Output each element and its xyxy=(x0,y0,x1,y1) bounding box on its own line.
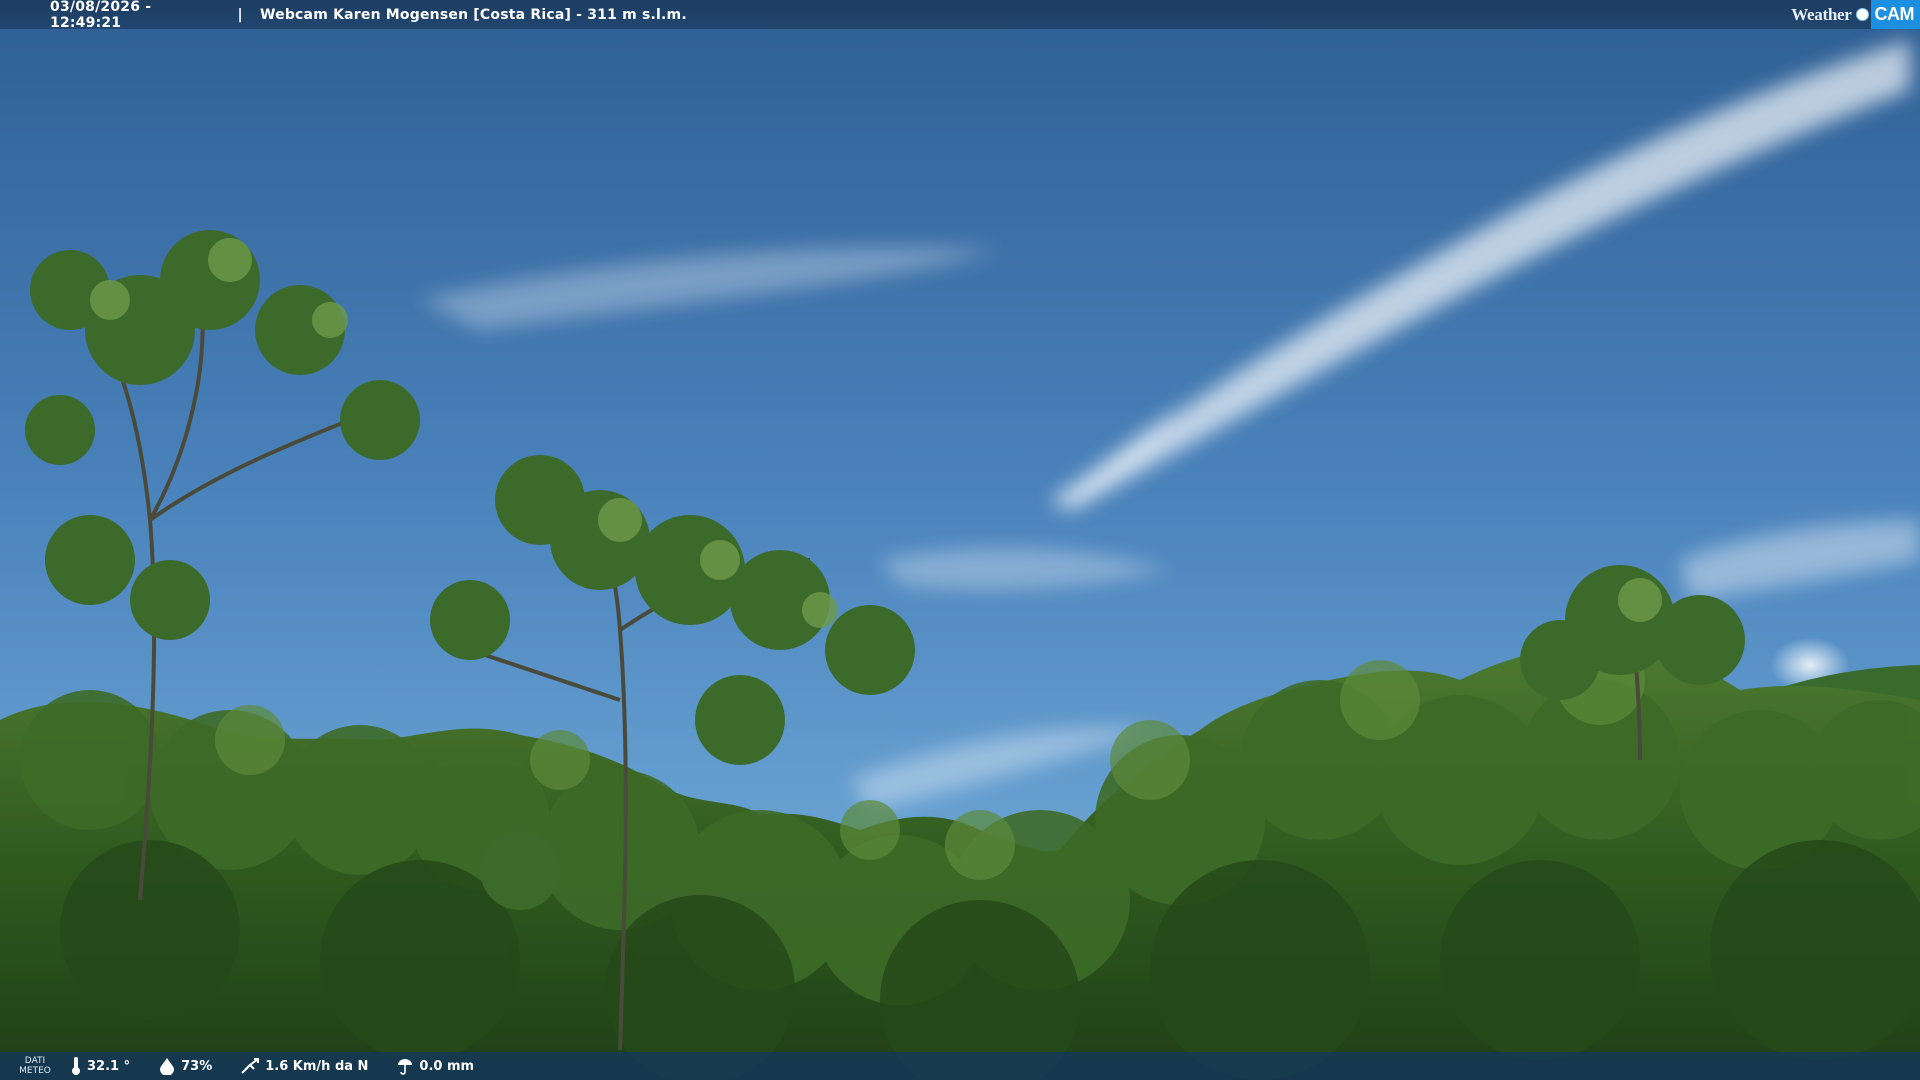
wind-vane-icon xyxy=(241,1058,260,1074)
logo-text-cam: CAM xyxy=(1870,0,1920,29)
wind-stat: 1.6 Km/h da N xyxy=(240,1057,368,1075)
webcam-title: Webcam Karen Mogensen [Costa Rica] - 311… xyxy=(260,6,687,23)
weather-data-bar: DATI METEO 32.1 ° 73% 1.6 Km/h da N 0.0 … xyxy=(0,1052,1920,1080)
thermometer-icon xyxy=(72,1057,80,1075)
rain-stat: 0.0 mm xyxy=(396,1057,474,1075)
wind-value: 1.6 Km/h da N xyxy=(265,1058,369,1074)
temperature-value: 32.1 ° xyxy=(87,1058,131,1074)
webcam-image xyxy=(0,0,1920,1080)
weathercam-logo[interactable]: Weather CAM xyxy=(1791,0,1920,29)
logo-dot-icon xyxy=(1855,8,1869,21)
rain-gauge-icon xyxy=(398,1059,413,1075)
header-separator: | xyxy=(237,6,243,23)
humidity-drop-icon xyxy=(160,1058,175,1075)
temperature-stat: 32.1 ° xyxy=(70,1056,130,1076)
logo-text-weather: Weather xyxy=(1791,4,1852,24)
timestamp: 03/08/2026 - 12:49:21 xyxy=(50,0,152,31)
webcam-header-bar: 03/08/2026 - 12:49:21 | Webcam Karen Mog… xyxy=(0,0,1920,31)
rain-value: 0.0 mm xyxy=(419,1058,475,1074)
weather-section-label: DATI METEO xyxy=(19,1056,51,1076)
humidity-stat: 73% xyxy=(158,1057,212,1075)
humidity-value: 73% xyxy=(181,1058,213,1074)
